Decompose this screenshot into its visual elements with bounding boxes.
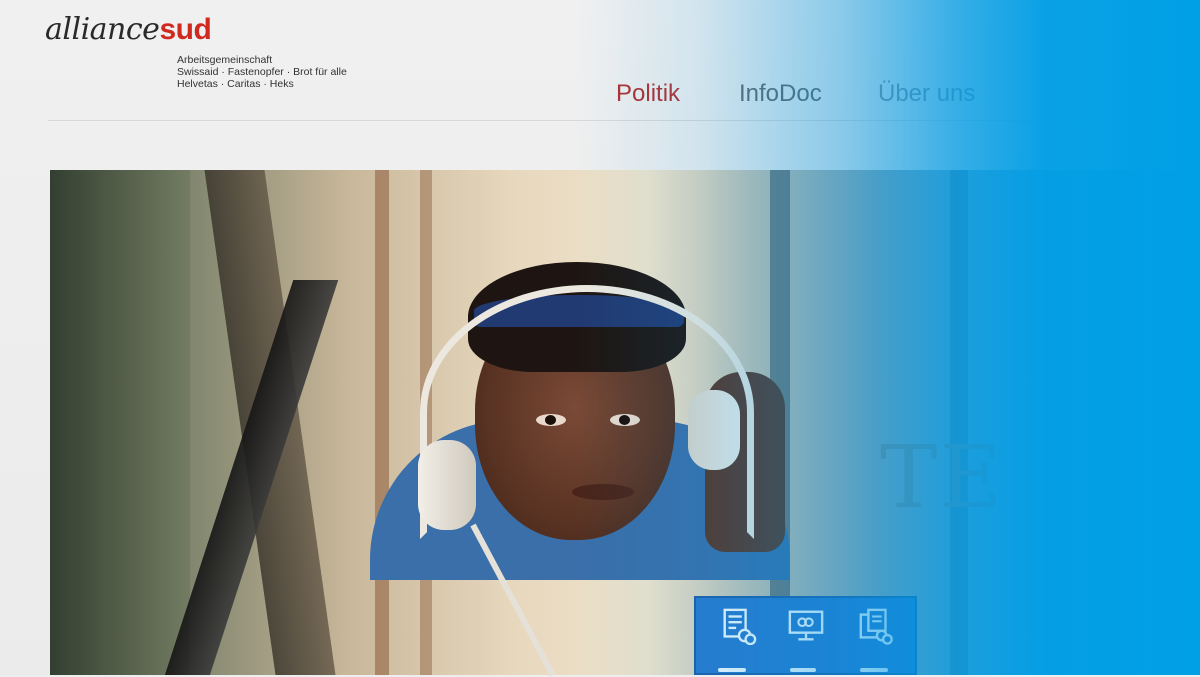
nav-item-politik[interactable]: Politik <box>616 80 680 108</box>
nav-item-ueber-uns[interactable]: Über uns <box>878 80 975 108</box>
monitor-link-icon[interactable] <box>786 606 826 646</box>
headphones-earcup-right <box>688 390 740 470</box>
monitor-link-icon-svg <box>788 610 824 641</box>
alliance-sud-logo[interactable]: alliancesud Arbeitsgemeinschaft Swissaid… <box>45 10 347 90</box>
icon-partial <box>860 668 888 672</box>
headphones-earcup-left <box>418 440 476 530</box>
background-shape <box>50 170 190 675</box>
window-frame <box>375 170 389 675</box>
nav-item-infodoc[interactable]: InfoDoc <box>739 80 822 108</box>
header-divider <box>48 120 1038 121</box>
documents-link-icon-svg <box>859 608 893 645</box>
document-link-icon-svg <box>723 608 757 645</box>
documents-link-icon[interactable] <box>856 606 896 646</box>
icon-partial <box>718 668 746 672</box>
logo-wordmark: alliancesud <box>45 10 212 50</box>
icon-partial <box>790 668 816 672</box>
main-navigation: Politik InfoDoc Über uns <box>0 80 1200 114</box>
logo-tagline-line: Arbeitsgemeinschaft <box>177 54 273 66</box>
hero-text-fragment: TE <box>880 428 1005 528</box>
logo-tagline-line: Swissaid · Fastenopfer · Brot für alle <box>177 66 347 78</box>
window-frame <box>950 170 968 675</box>
document-link-icon[interactable] <box>718 606 758 646</box>
icon-panel-next-row <box>714 664 904 674</box>
web-page: alliancesud Arbeitsgemeinschaft Swissaid… <box>0 0 1200 677</box>
infodoc-icon-panel[interactable] <box>694 596 917 675</box>
logo-word-alliance: alliance <box>45 12 160 47</box>
logo-word-sud: sud <box>159 13 212 46</box>
